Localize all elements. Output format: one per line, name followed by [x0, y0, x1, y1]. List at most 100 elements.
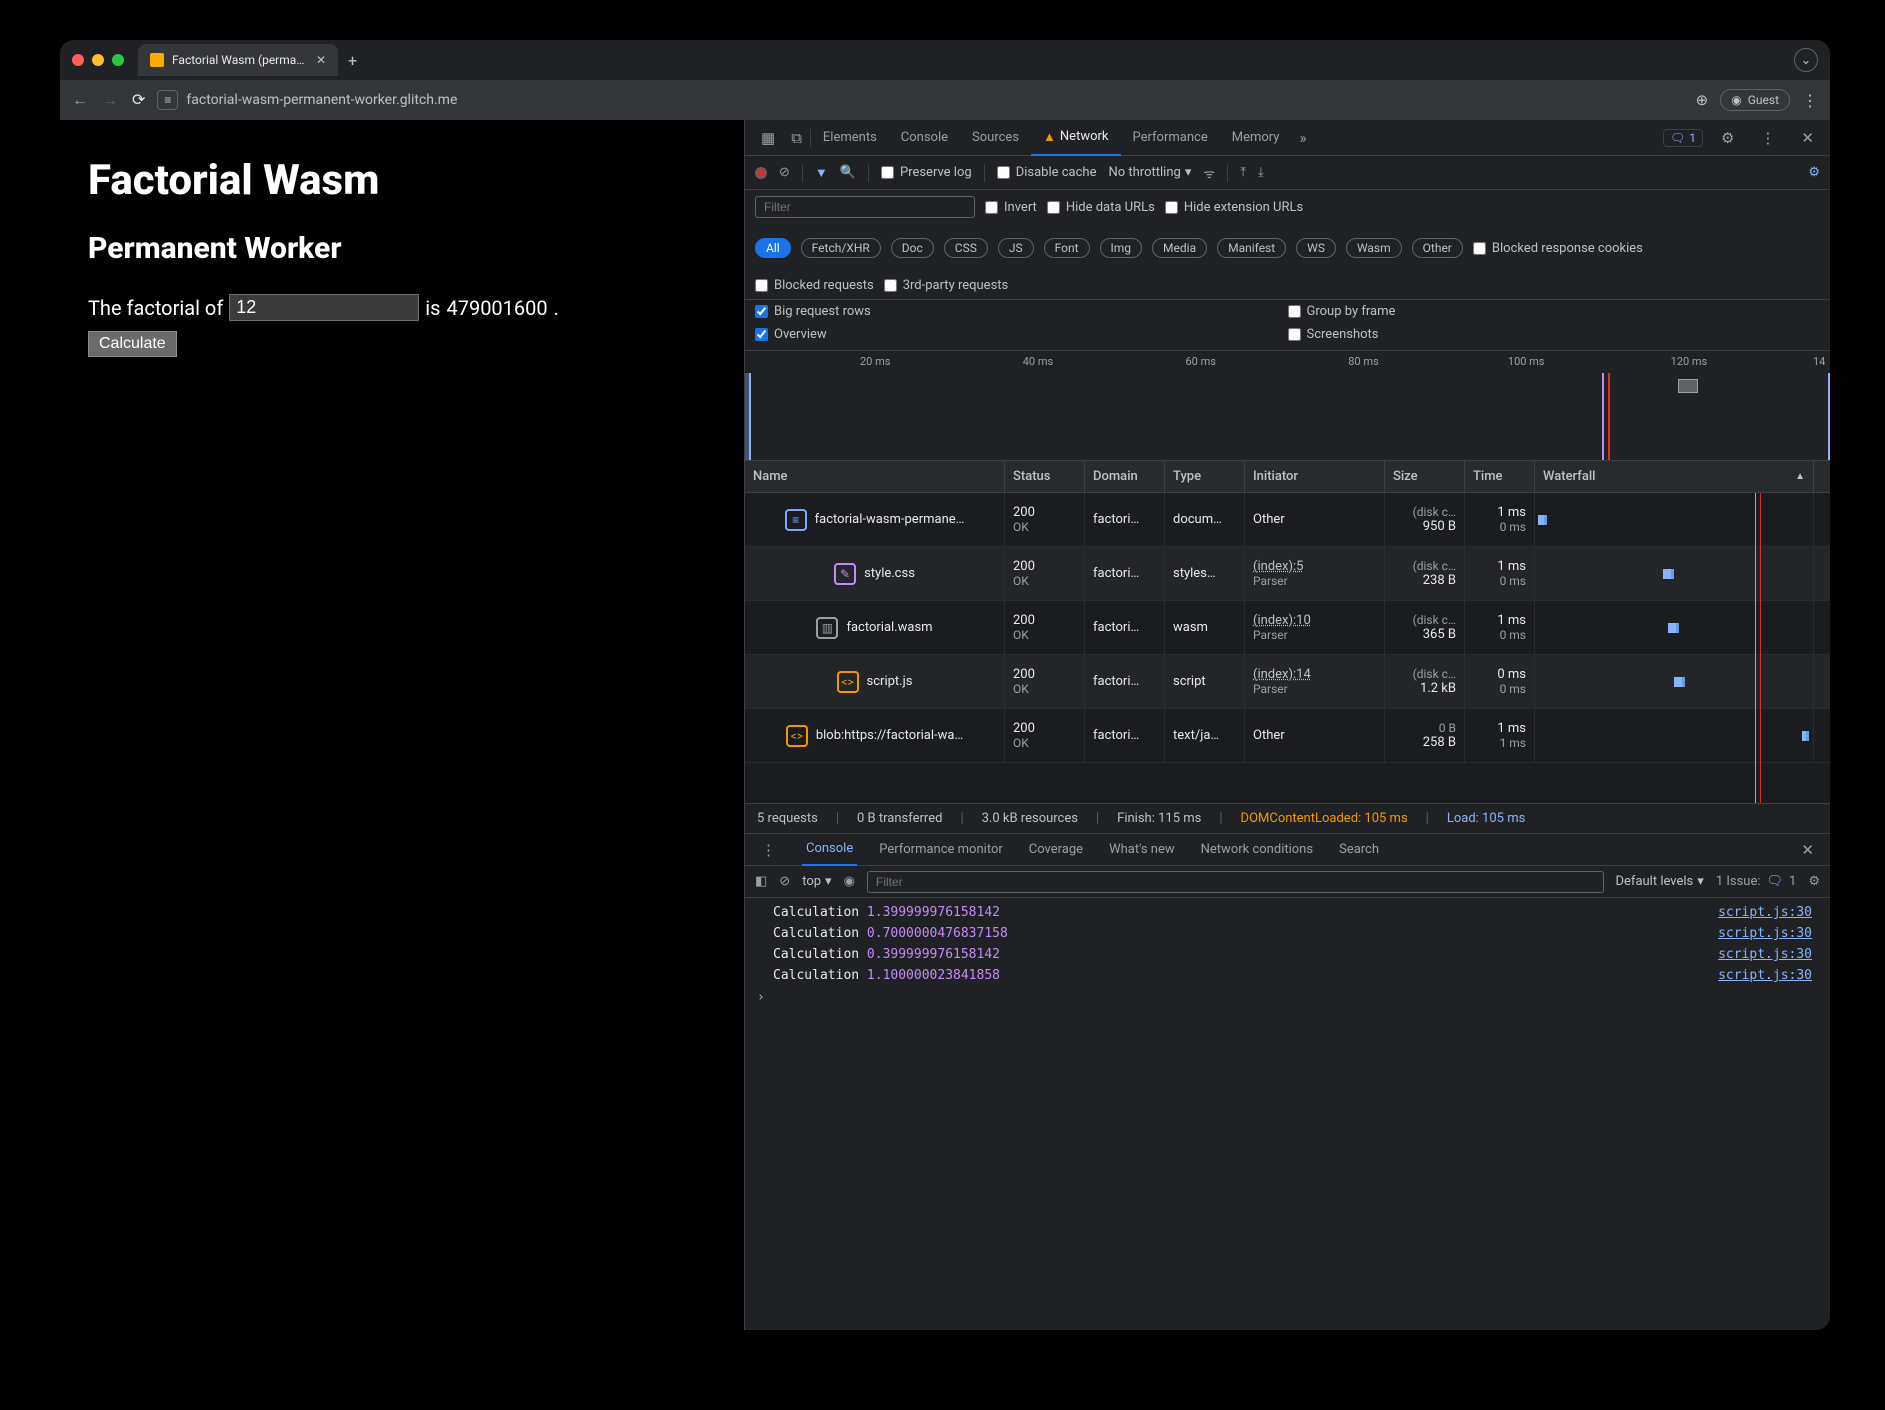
type-css[interactable]: CSS — [944, 238, 988, 258]
drawer-tab-whatsnew[interactable]: What's new — [1105, 834, 1179, 866]
site-info-icon[interactable]: ≡ — [157, 90, 178, 110]
close-devtools-icon[interactable]: ✕ — [1793, 129, 1822, 147]
tab-dropdown-icon[interactable]: ⌄ — [1794, 48, 1818, 72]
log-level-select[interactable]: Default levels ▾ — [1616, 874, 1704, 889]
console-output[interactable]: Calculation 1.399999976158142script.js:3… — [745, 898, 1830, 1330]
console-prompt[interactable]: › — [745, 986, 1830, 1009]
col-domain[interactable]: Domain — [1085, 461, 1165, 492]
console-sidebar-icon[interactable]: ◧ — [755, 874, 767, 889]
reload-button[interactable]: ⟳ — [132, 90, 145, 110]
drawer-tab-coverage[interactable]: Coverage — [1025, 834, 1087, 866]
preserve-log-checkbox[interactable]: Preserve log — [881, 165, 972, 180]
devtools-menu-icon[interactable]: ⋮ — [1752, 129, 1783, 147]
forward-button[interactable]: → — [102, 90, 118, 110]
search-icon[interactable]: 🔍 — [840, 165, 856, 180]
calculate-button[interactable]: Calculate — [88, 331, 177, 357]
type-ws[interactable]: WS — [1296, 238, 1336, 258]
type-all[interactable]: All — [755, 238, 791, 258]
maximize-window[interactable] — [112, 54, 124, 66]
col-status[interactable]: Status — [1005, 461, 1085, 492]
col-waterfall[interactable]: Waterfall▲ — [1535, 461, 1814, 492]
live-expression-icon[interactable]: ◉ — [844, 874, 855, 889]
col-name[interactable]: Name — [745, 461, 1005, 492]
col-time[interactable]: Time — [1465, 461, 1535, 492]
group-by-frame-checkbox[interactable]: Group by frame — [1288, 304, 1821, 319]
type-fetch[interactable]: Fetch/XHR — [801, 238, 881, 258]
clear-icon[interactable]: ⊘ — [779, 165, 790, 180]
export-har-icon[interactable]: ⤓ — [1258, 165, 1264, 180]
blocked-cookies-checkbox[interactable]: Blocked response cookies — [1473, 241, 1643, 256]
log-source-link[interactable]: script.js:30 — [1718, 926, 1812, 941]
device-mode-icon[interactable]: ⧉ — [783, 129, 810, 147]
table-row[interactable]: ≡factorial-wasm-permane…200OKfactori…doc… — [745, 493, 1830, 547]
import-har-icon[interactable]: ⤒ — [1240, 165, 1246, 180]
type-other[interactable]: Other — [1412, 238, 1463, 258]
col-type[interactable]: Type — [1165, 461, 1245, 492]
browser-menu-icon[interactable]: ⋮ — [1802, 91, 1818, 110]
drawer-tab-console[interactable]: Console — [802, 834, 857, 866]
browser-tab[interactable]: Factorial Wasm (permanent … ✕ — [138, 44, 338, 76]
zoom-icon[interactable]: ⊕ — [1696, 91, 1709, 109]
disable-cache-checkbox[interactable]: Disable cache — [997, 165, 1097, 180]
type-img[interactable]: Img — [1100, 238, 1143, 258]
col-initiator[interactable]: Initiator — [1245, 461, 1385, 492]
tab-sources[interactable]: Sources — [960, 120, 1031, 156]
throttling-select[interactable]: No throttling ▾ — [1108, 165, 1191, 180]
inspect-icon[interactable]: ▦ — [753, 129, 783, 147]
filter-icon[interactable]: ▼ — [815, 165, 828, 181]
console-filter-input[interactable] — [867, 871, 1604, 893]
more-tabs-icon[interactable]: » — [1291, 129, 1314, 147]
type-font[interactable]: Font — [1044, 238, 1090, 258]
drawer-menu-icon[interactable]: ⋮ — [753, 841, 784, 859]
log-source-link[interactable]: script.js:30 — [1718, 968, 1812, 983]
col-size[interactable]: Size — [1385, 461, 1465, 492]
address-bar[interactable]: ≡ factorial-wasm-permanent-worker.glitch… — [157, 90, 1683, 110]
close-drawer-icon[interactable]: ✕ — [1793, 841, 1822, 859]
close-tab-icon[interactable]: ✕ — [316, 53, 326, 67]
type-doc[interactable]: Doc — [891, 238, 934, 258]
screenshots-checkbox[interactable]: Screenshots — [1288, 327, 1821, 342]
network-settings-icon[interactable]: ⚙ — [1808, 165, 1820, 180]
profile-guest[interactable]: ◉ Guest — [1720, 89, 1790, 111]
close-window[interactable] — [72, 54, 84, 66]
type-wasm[interactable]: Wasm — [1346, 238, 1402, 258]
factorial-input[interactable] — [229, 294, 419, 321]
table-row[interactable]: ▥factorial.wasm200OKfactori…wasm(index):… — [745, 601, 1830, 655]
big-rows-checkbox[interactable]: Big request rows — [755, 304, 1288, 319]
new-tab-button[interactable]: + — [348, 51, 357, 70]
record-button[interactable] — [755, 167, 767, 179]
hide-data-urls-checkbox[interactable]: Hide data URLs — [1047, 200, 1155, 215]
invert-checkbox[interactable]: Invert — [985, 200, 1037, 215]
drawer-tab-search[interactable]: Search — [1335, 834, 1383, 866]
console-settings-icon[interactable]: ⚙ — [1808, 874, 1820, 889]
overview-checkbox[interactable]: Overview — [755, 327, 1288, 342]
table-row[interactable]: <>blob:https://factorial-wa…200OKfactori… — [745, 709, 1830, 763]
drawer-tab-netcond[interactable]: Network conditions — [1197, 834, 1317, 866]
context-select[interactable]: top ▾ — [802, 874, 831, 889]
settings-icon[interactable]: ⚙ — [1713, 129, 1742, 147]
console-clear-icon[interactable]: ⊘ — [779, 874, 790, 889]
network-overview[interactable]: 20 ms 40 ms 60 ms 80 ms 100 ms 120 ms 14 — [745, 351, 1830, 461]
tab-console[interactable]: Console — [889, 120, 960, 156]
log-source-link[interactable]: script.js:30 — [1718, 947, 1812, 962]
filter-input[interactable] — [755, 196, 975, 218]
blocked-requests-checkbox[interactable]: Blocked requests — [755, 278, 874, 293]
type-manifest[interactable]: Manifest — [1217, 238, 1286, 258]
tab-performance[interactable]: Performance — [1121, 120, 1220, 156]
back-button[interactable]: ← — [72, 90, 88, 110]
tab-elements[interactable]: Elements — [811, 120, 889, 156]
tab-memory[interactable]: Memory — [1220, 120, 1292, 156]
log-source-link[interactable]: script.js:30 — [1718, 905, 1812, 920]
drawer-tab-perfmon[interactable]: Performance monitor — [875, 834, 1007, 866]
issues-badge[interactable]: 🗨 1 — [1663, 129, 1703, 147]
third-party-checkbox[interactable]: 3rd-party requests — [884, 278, 1009, 293]
tab-network[interactable]: ▲Network — [1031, 120, 1120, 156]
type-media[interactable]: Media — [1152, 238, 1207, 258]
table-row[interactable]: <>script.js200OKfactori…script(index):14… — [745, 655, 1830, 709]
console-issue-label[interactable]: 1 Issue: 🗨 1 — [1716, 874, 1797, 889]
table-row[interactable]: ✎style.css200OKfactori…styles…(index):5P… — [745, 547, 1830, 601]
type-js[interactable]: JS — [998, 238, 1034, 258]
minimize-window[interactable] — [92, 54, 104, 66]
hide-extension-urls-checkbox[interactable]: Hide extension URLs — [1165, 200, 1303, 215]
network-conditions-icon[interactable]: ᯤ — [1203, 164, 1215, 182]
